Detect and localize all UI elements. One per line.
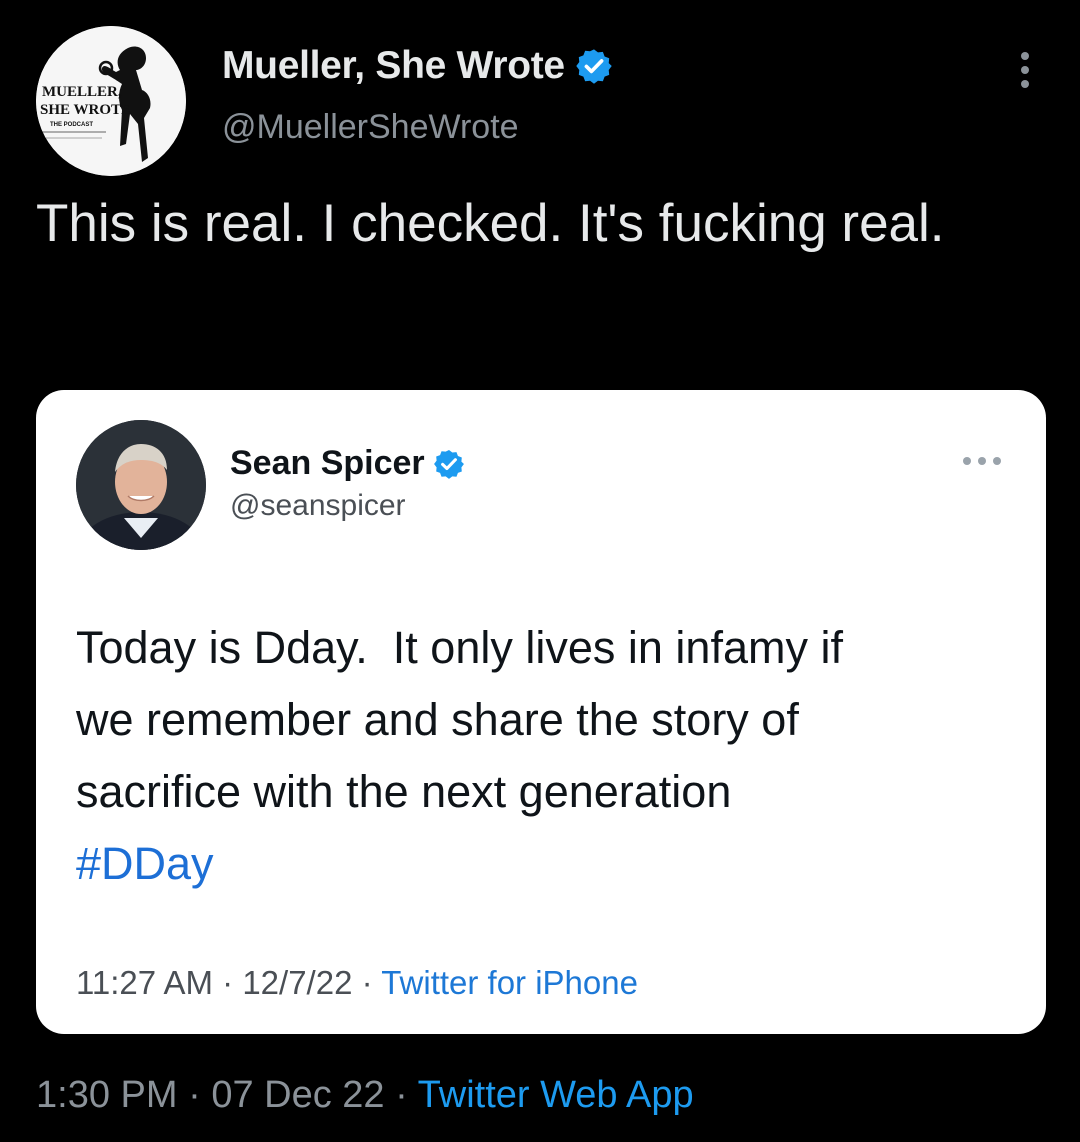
author-handle[interactable]: @MuellerSheWrote bbox=[222, 108, 613, 147]
quoted-text-line-1: Today is Dday. It only lives in infamy i… bbox=[76, 622, 843, 673]
quoted-tweet-meta: 11:27 AM · 12/7/22 · Twitter for iPhone bbox=[76, 964, 638, 1002]
quoted-tweet-source: Twitter for iPhone bbox=[381, 964, 638, 1001]
quoted-author-block: Sean Spicer @seanspicer bbox=[230, 444, 465, 523]
logo-text-1: MUELLER, bbox=[42, 84, 122, 100]
tweet-source-link[interactable]: Twitter Web App bbox=[418, 1074, 694, 1116]
quoted-tweet-time: 11:27 AM bbox=[76, 964, 213, 1001]
logo-text-3: THE PODCAST bbox=[50, 122, 93, 128]
podcast-logo-icon: MUELLER, SHE WROTE THE PODCAST bbox=[36, 26, 186, 176]
tweet-date[interactable]: 07 Dec 22 bbox=[211, 1074, 384, 1116]
quoted-screenshot-card[interactable]: Sean Spicer @seanspicer Today is Dday. I… bbox=[36, 390, 1046, 1034]
author-avatar[interactable]: MUELLER, SHE WROTE THE PODCAST bbox=[36, 26, 186, 176]
quoted-author-handle[interactable]: @seanspicer bbox=[230, 489, 465, 523]
tweet: MUELLER, SHE WROTE THE PODCAST Mueller, … bbox=[0, 0, 1080, 1142]
quoted-author-name[interactable]: Sean Spicer bbox=[230, 444, 425, 483]
verified-badge-icon bbox=[576, 49, 612, 84]
quoted-tweet-text: Today is Dday. It only lives in infamy i… bbox=[76, 612, 1026, 900]
quoted-author-avatar[interactable] bbox=[76, 420, 206, 550]
tweet-text: This is real. I checked. It's fucking re… bbox=[36, 194, 945, 253]
person-photo-icon bbox=[76, 420, 206, 550]
tweet-meta: 1:30 PM · 07 Dec 22 · Twitter Web App bbox=[36, 1074, 694, 1117]
meta-separator: · bbox=[361, 964, 373, 1001]
more-options-icon[interactable] bbox=[1010, 50, 1040, 90]
author-name[interactable]: Mueller, She Wrote bbox=[222, 44, 565, 88]
hashtag-link[interactable]: #DDay bbox=[76, 828, 1026, 900]
quoted-text-line-3: sacrifice with the next generation bbox=[76, 766, 732, 817]
meta-separator: · bbox=[395, 1074, 408, 1116]
logo-text-2: SHE WROTE bbox=[40, 102, 131, 118]
author-block: Mueller, She Wrote @MuellerSheWrote bbox=[222, 44, 613, 147]
quoted-text-line-2: we remember and share the story of bbox=[76, 694, 799, 745]
quoted-tweet-date: 12/7/22 bbox=[242, 964, 353, 1001]
meta-separator: · bbox=[222, 964, 234, 1001]
tweet-time[interactable]: 1:30 PM bbox=[36, 1074, 178, 1116]
verified-badge-icon bbox=[433, 449, 464, 479]
more-options-icon[interactable] bbox=[960, 454, 1004, 468]
meta-separator: · bbox=[188, 1074, 201, 1116]
